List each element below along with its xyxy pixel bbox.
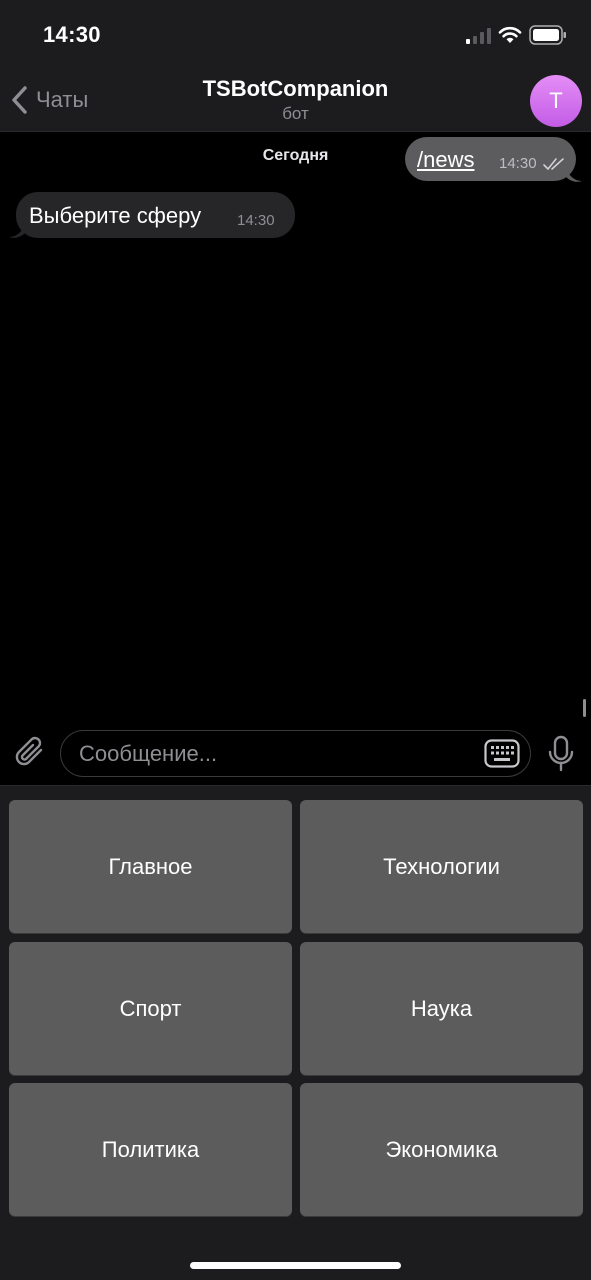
message-time: 14:30 — [237, 212, 275, 229]
wifi-icon — [498, 26, 522, 43]
incoming-message[interactable]: Выберите сферу 14:30 — [16, 192, 295, 238]
chat-header: Чаты TSBotCompanion бот T — [0, 66, 591, 132]
bubble-tail — [566, 167, 582, 182]
composer-bar — [0, 725, 591, 785]
message-field[interactable] — [60, 730, 531, 777]
keyboard-icon[interactable] — [484, 739, 520, 768]
bot-avatar[interactable]: T — [530, 75, 582, 127]
chat-title[interactable]: TSBotCompanion — [0, 76, 591, 102]
keyboard-button-technology[interactable]: Технологии — [300, 800, 583, 933]
battery-icon — [529, 25, 566, 45]
paperclip-icon[interactable] — [14, 735, 48, 771]
message-input[interactable] — [79, 731, 479, 776]
keyboard-button-science[interactable]: Наука — [300, 942, 583, 1075]
message-text: Выберите сферу — [29, 203, 202, 228]
microphone-icon[interactable] — [547, 735, 575, 773]
keyboard-button-economy[interactable]: Экономика — [300, 1083, 583, 1216]
message-list[interactable]: Сегодня /news 14:30 Выберите сферу 14:30 — [0, 133, 591, 725]
outgoing-message[interactable]: /news 14:30 — [405, 137, 576, 181]
keyboard-button-politics[interactable]: Политика — [9, 1083, 292, 1216]
keyboard-button-sport[interactable]: Спорт — [9, 942, 292, 1075]
command-link[interactable]: /news — [417, 147, 474, 173]
double-check-icon — [543, 158, 564, 170]
chat-subtitle: бот — [282, 104, 309, 123]
message-time: 14:30 — [499, 155, 537, 172]
cellular-signal-icon — [466, 28, 491, 44]
keyboard-button-main[interactable]: Главное — [9, 800, 292, 933]
scroll-indicator[interactable] — [583, 699, 586, 717]
status-time: 14:30 — [43, 22, 101, 47]
bubble-tail — [9, 223, 25, 238]
home-indicator[interactable] — [190, 1262, 401, 1269]
status-bar: 14:30 — [0, 0, 591, 66]
bot-keyboard: Главное Технологии Спорт Наука Политика … — [0, 785, 591, 1280]
